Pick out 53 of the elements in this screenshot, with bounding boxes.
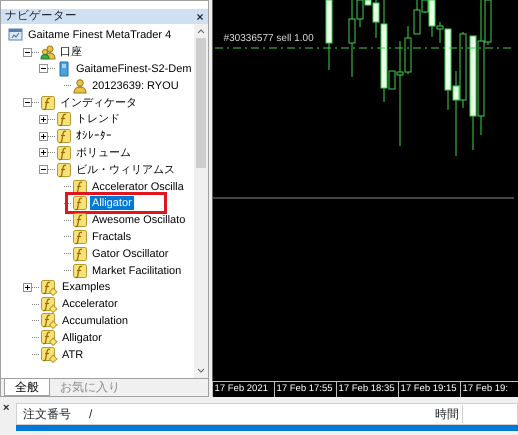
order-label: #30336577 sell 1.00: [224, 33, 314, 44]
function-icon: [72, 246, 88, 262]
function-icon: [40, 94, 56, 111]
function-icon: [72, 195, 88, 212]
expand-toggle[interactable]: [39, 148, 48, 158]
tree-item[interactable]: Alligator: [90, 196, 134, 210]
tree-item[interactable]: Awesome Oscillato: [90, 213, 188, 228]
tree-item[interactable]: GaitameFinest-S2-Dem: [74, 62, 194, 76]
tree-item[interactable]: Accumulation: [60, 314, 130, 328]
function-icon: [56, 144, 72, 161]
function-icon: [72, 178, 88, 195]
tree-item[interactable]: Market Facilitation: [90, 264, 184, 278]
panel-tab[interactable]: 全般: [4, 379, 50, 396]
tree-item[interactable]: Alligator: [60, 330, 104, 345]
function-icon: [72, 262, 88, 279]
close-button[interactable]: ×: [196, 10, 204, 22]
collapse-toggle[interactable]: [39, 165, 48, 174]
expand-toggle[interactable]: [23, 282, 32, 292]
collapse-toggle[interactable]: [39, 64, 48, 74]
candlestick: [325, 0, 332, 70]
tree-item[interactable]: トレンド: [74, 112, 122, 126]
scrollbar[interactable]: [194, 24, 208, 378]
terminal-window-icon: [8, 27, 24, 44]
function-icon: [56, 162, 72, 178]
tree-item[interactable]: ATR: [60, 348, 86, 362]
tree-item[interactable]: インディケータ: [58, 96, 139, 110]
sort-indicator: /: [89, 406, 92, 423]
custom-function-icon: [40, 278, 58, 296]
tree-item[interactable]: 20123639: RYOU: [90, 78, 181, 93]
collapse-toggle[interactable]: [23, 98, 32, 108]
tree-item[interactable]: 口座: [58, 45, 84, 60]
column-header[interactable]: 時間: [267, 405, 463, 423]
column-header[interactable]: 注文番号: [23, 405, 71, 423]
user-icon: [72, 78, 88, 94]
tree-item[interactable]: Accelerator: [60, 297, 120, 312]
panel-title: ナビゲーター: [5, 9, 77, 24]
collapse-toggle[interactable]: [23, 48, 32, 57]
tree-item[interactable]: ボリューム: [74, 146, 133, 160]
tree-item[interactable]: Fractals: [90, 230, 134, 244]
function-icon: [56, 111, 72, 128]
users-icon: [40, 44, 56, 60]
expand-toggle[interactable]: [39, 132, 48, 141]
function-icon: [72, 212, 88, 228]
expand-toggle[interactable]: [39, 114, 48, 124]
tree-item[interactable]: ビル・ウィリアムス: [74, 162, 177, 177]
tree-item[interactable]: Accelerator Oscilla: [90, 180, 186, 194]
function-icon: [72, 228, 88, 245]
tree-item[interactable]: ｵｼﾚｰﾀｰ: [74, 129, 114, 144]
function-icon: [56, 128, 72, 144]
close-button[interactable]: ×: [0, 397, 16, 435]
tree-item[interactable]: Gator Oscillator: [90, 246, 170, 261]
tree-item[interactable]: Gaitame Finest MetaTrader 4: [26, 28, 174, 42]
tree-item[interactable]: Examples: [60, 280, 112, 294]
